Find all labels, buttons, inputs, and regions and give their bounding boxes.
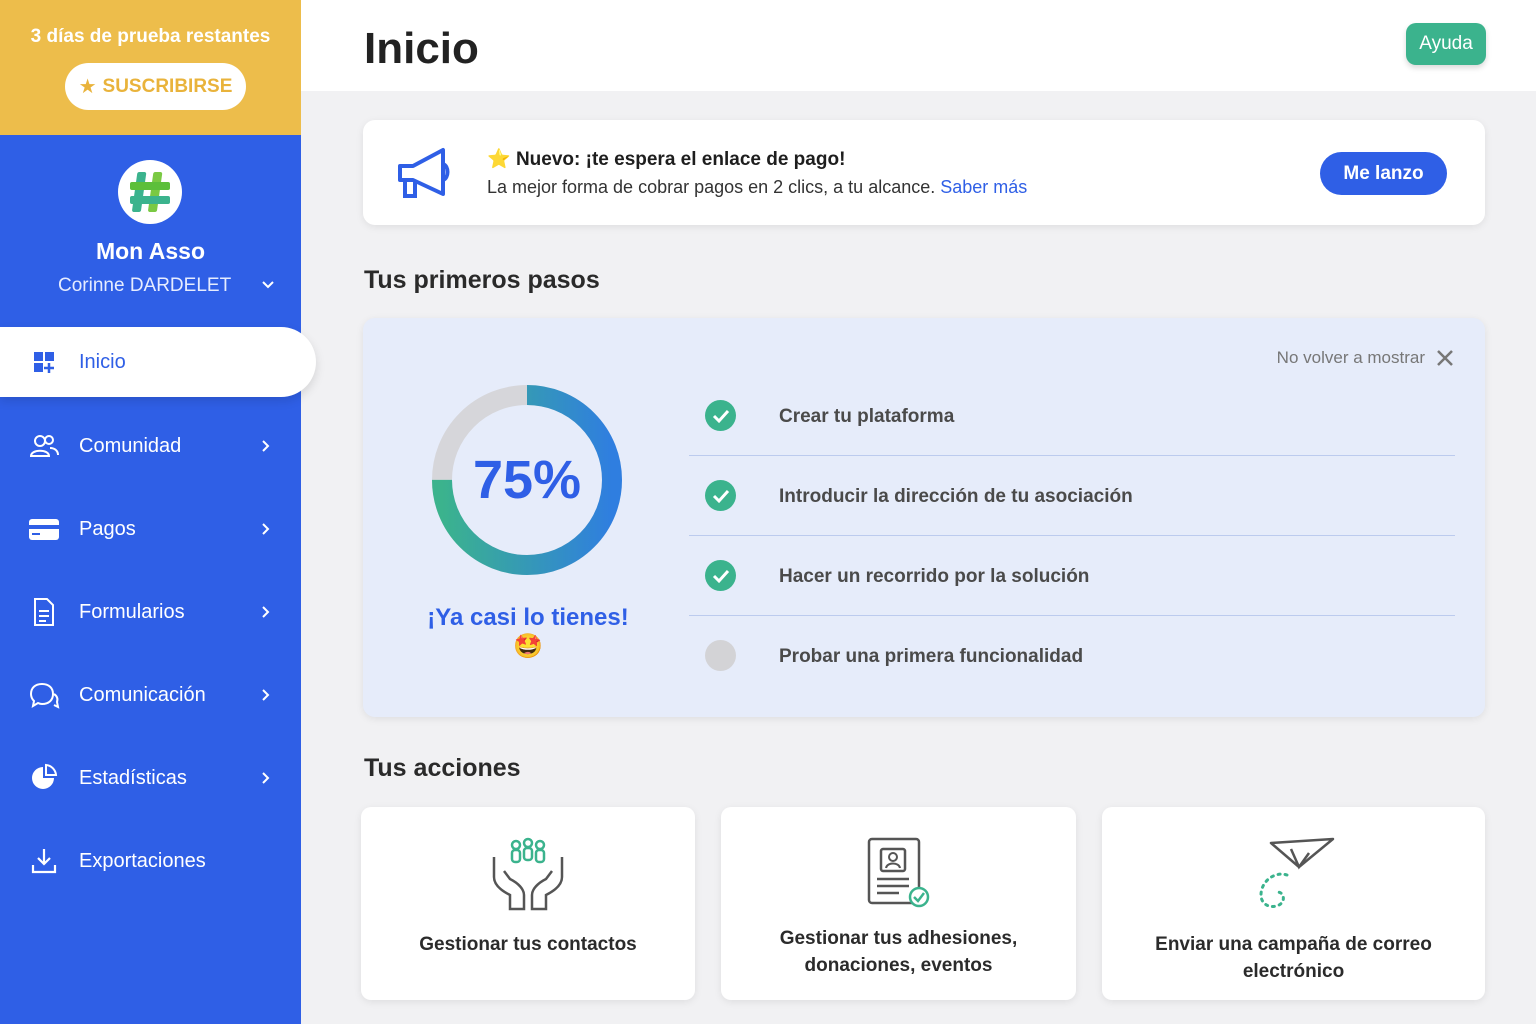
nav-label-exportaciones: Exportaciones — [79, 849, 206, 872]
action-card-line1: Enviar una campaña de correo electrónico — [1155, 934, 1432, 982]
member-card-icon — [867, 837, 929, 908]
nav-item-comunicacion[interactable]: Comunicación — [0, 660, 301, 730]
nav-item-estadisticas[interactable]: Estadísticas — [0, 743, 301, 813]
action-card-contacts[interactable]: Gestionar tus contactos — [361, 807, 695, 1000]
page-header: Inicio Ayuda — [301, 0, 1536, 91]
announcement-title: ⭐ Nuevo: ¡te espera el enlace de pago! — [487, 147, 845, 171]
progress-percent: 75% — [472, 450, 582, 510]
announcement-banner: ⭐ Nuevo: ¡te espera el enlace de pago! L… — [363, 120, 1485, 225]
pie-chart-icon — [32, 763, 58, 789]
launch-button[interactable]: Me lanzo — [1320, 152, 1447, 195]
document-icon — [34, 598, 54, 626]
user-name: Corinne DARDELET — [58, 275, 232, 296]
action-card-label: Gestionar tus adhesiones, donaciones, ev… — [731, 925, 1066, 979]
nav-label-comunidad: Comunidad — [79, 434, 182, 457]
trial-banner: 3 días de prueba restantes ★ SUSCRIBIRSE — [0, 0, 301, 135]
hands-people-icon — [492, 837, 564, 911]
cheer-message: ¡Ya casi lo tienes! 🤩 — [427, 604, 629, 660]
subscribe-label: SUSCRIBIRSE — [102, 75, 233, 97]
first-steps-title: Tus primeros pasos — [364, 266, 600, 294]
action-card-label: Enviar una campaña de correo electrónico — [1112, 931, 1475, 985]
step-item[interactable]: Introducir la dirección de tu asociación — [689, 456, 1455, 536]
nav-label-comunicacion: Comunicación — [79, 683, 206, 706]
check-circle-icon — [705, 400, 736, 431]
step-item[interactable]: Crear tu plataforma — [689, 376, 1455, 456]
users-icon — [29, 435, 59, 457]
action-card-line1: Gestionar tus contactos — [419, 934, 637, 955]
step-item[interactable]: Hacer un recorrido por la solución — [689, 536, 1455, 616]
check-circle-icon — [705, 480, 736, 511]
org-name: Mon Asso — [95, 238, 206, 264]
chevron-down-icon — [262, 281, 274, 289]
chevron-right-icon — [262, 440, 270, 452]
paper-plane-icon — [1258, 837, 1334, 909]
actions-title: Tus acciones — [364, 754, 521, 782]
action-card-email-campaign[interactable]: Enviar una campaña de correo electrónico — [1102, 807, 1485, 1000]
action-card-line1: Gestionar tus adhesiones, — [779, 928, 1018, 949]
step-label: Introducir la dirección de tu asociación — [779, 486, 1133, 507]
nav-label-inicio: Inicio — [79, 350, 126, 373]
step-label: Probar una primera funcionalidad — [779, 646, 1084, 667]
announcement-body-text: La mejor forma de cobrar pagos en 2 clic… — [487, 177, 936, 197]
sidebar: 3 días de prueba restantes ★ SUSCRIBIRSE… — [0, 0, 316, 1024]
star-icon: ★ — [78, 76, 97, 98]
chevron-right-icon — [262, 772, 270, 784]
nav-label-pagos: Pagos — [79, 517, 136, 540]
first-steps-card: No volver a mostrar 75% ¡Ya casi lo tien… — [363, 318, 1485, 717]
action-card-label: Gestionar tus contactos — [371, 931, 685, 958]
nav-item-inicio[interactable]: Inicio — [0, 327, 316, 397]
announcement-body: La mejor forma de cobrar pagos en 2 clic… — [487, 177, 1027, 198]
step-item[interactable]: Probar una primera funcionalidad — [689, 616, 1455, 696]
action-card-line2: donaciones, eventos — [804, 955, 993, 976]
learn-more-link[interactable]: Saber más — [940, 177, 1027, 197]
org-logo — [118, 160, 182, 224]
download-icon — [31, 849, 57, 874]
nav-item-comunidad[interactable]: Comunidad — [0, 411, 301, 481]
user-selector[interactable]: Corinne DARDELET — [58, 273, 280, 299]
dismiss-button[interactable]: No volver a mostrar — [1277, 348, 1455, 368]
trial-days-remaining: 3 días de prueba restantes — [30, 26, 271, 47]
check-circle-icon — [705, 560, 736, 591]
action-card-memberships[interactable]: Gestionar tus adhesiones, donaciones, ev… — [721, 807, 1076, 1000]
chevron-right-icon — [262, 523, 270, 535]
step-label: Hacer un recorrido por la solución — [779, 566, 1090, 587]
chevron-right-icon — [262, 689, 270, 701]
nav-item-formularios[interactable]: Formularios — [0, 577, 301, 647]
announcement-title-text: Nuevo: ¡te espera el enlace de pago! — [515, 149, 846, 170]
star-icon: ⭐ — [487, 149, 511, 170]
help-button[interactable]: Ayuda — [1406, 23, 1486, 65]
nav-item-pagos[interactable]: Pagos — [0, 494, 301, 564]
hashtag-logo-icon — [130, 172, 170, 212]
nav-label-estadisticas: Estadísticas — [79, 766, 187, 789]
empty-circle-icon — [705, 640, 736, 671]
page-title: Inicio — [364, 24, 479, 73]
step-label: Crear tu plataforma — [779, 406, 955, 427]
nav-item-exportaciones[interactable]: Exportaciones — [0, 826, 301, 896]
chevron-right-icon — [262, 606, 270, 618]
chat-icon — [29, 682, 60, 709]
nav-label-formularios: Formularios — [79, 600, 185, 623]
megaphone-icon — [398, 148, 450, 198]
dismiss-label: No volver a mostrar — [1276, 348, 1425, 367]
close-icon — [1437, 350, 1453, 366]
subscribe-button[interactable]: ★ SUSCRIBIRSE — [65, 63, 246, 110]
dashboard-icon — [34, 352, 54, 373]
credit-card-icon — [29, 519, 59, 540]
